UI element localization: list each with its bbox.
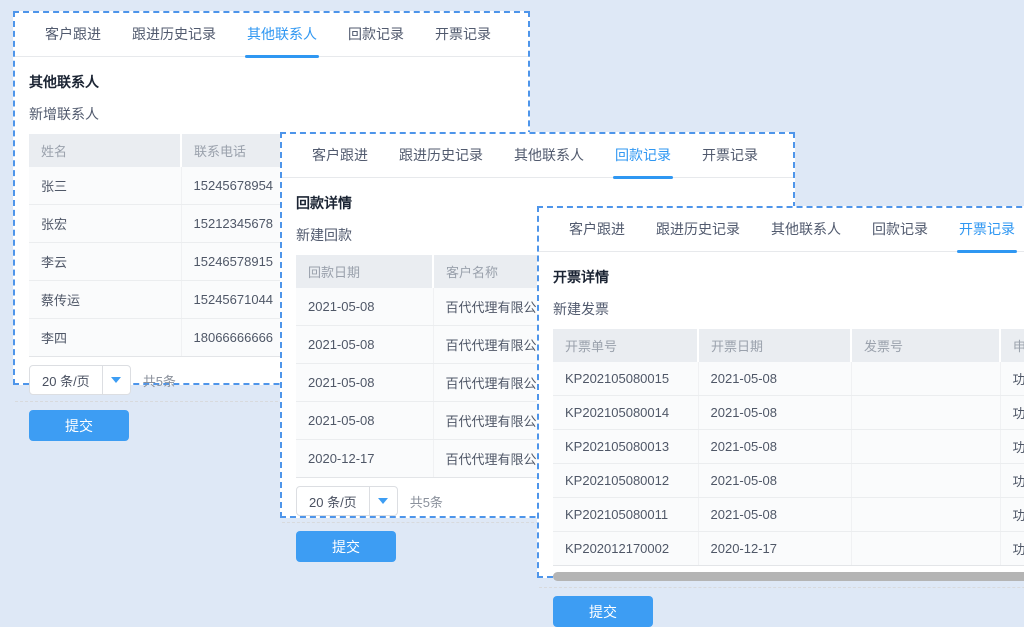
tab-other-contacts[interactable]: 其他联系人: [769, 219, 843, 251]
cell-receipt-no: [851, 464, 1000, 498]
tab-invoice-records[interactable]: 开票记录: [433, 24, 493, 56]
tab-customer-follow[interactable]: 客户跟进: [43, 24, 103, 56]
column-header-applicant: 申请人: [1000, 329, 1024, 362]
dropdown-arrow-icon[interactable]: [369, 487, 397, 515]
cell-payment-date: 2020-12-17: [296, 440, 433, 478]
column-header-payment-date: 回款日期: [296, 255, 433, 288]
cell-invoice-date: 2020-12-17: [698, 532, 851, 566]
page-size-value: 20 条/页: [30, 366, 102, 394]
cell-name: 李云: [29, 243, 181, 281]
cell-applicant: 功能体验: [1000, 396, 1024, 430]
table-row: KP202105080014 2021-05-08 功能体验: [553, 396, 1024, 430]
table-row: KP202105080015 2021-05-08 功能体验: [553, 362, 1024, 396]
page-size-select[interactable]: 20 条/页: [29, 365, 131, 395]
cell-applicant: 功能演示: [1000, 532, 1024, 566]
cell-invoice-no: KP202105080015: [553, 362, 698, 396]
add-contact-link[interactable]: 新增联系人: [29, 104, 99, 124]
tab-customer-follow[interactable]: 客户跟进: [310, 145, 370, 177]
new-payment-link[interactable]: 新建回款: [296, 225, 352, 245]
column-header-receipt-no: 发票号: [851, 329, 1000, 362]
tab-other-contacts[interactable]: 其他联系人: [512, 145, 586, 177]
tab-bar: 客户跟进 跟进历史记录 其他联系人 回款记录 开票记录: [282, 134, 793, 178]
page-size-select[interactable]: 20 条/页: [296, 486, 398, 516]
cell-payment-date: 2021-05-08: [296, 288, 433, 326]
column-header-invoice-date: 开票日期: [698, 329, 851, 362]
cell-payment-date: 2021-05-08: [296, 364, 433, 402]
table-row: KP202012170002 2020-12-17 功能演示: [553, 532, 1024, 566]
tab-follow-history[interactable]: 跟进历史记录: [130, 24, 218, 56]
cell-name: 蔡传运: [29, 281, 181, 319]
cell-applicant: 功能体验: [1000, 430, 1024, 464]
invoice-records-panel: 客户跟进 跟进历史记录 其他联系人 回款记录 开票记录 开票详情 新建发票 开票…: [537, 206, 1024, 578]
tab-payment-records[interactable]: 回款记录: [346, 24, 406, 56]
cell-payment-date: 2021-05-08: [296, 402, 433, 440]
cell-receipt-no: [851, 362, 1000, 396]
cell-name: 张三: [29, 167, 181, 205]
submit-button[interactable]: 提交: [296, 531, 396, 562]
column-header-name: 姓名: [29, 134, 181, 167]
tab-bar: 客户跟进 跟进历史记录 其他联系人 回款记录 开票记录: [15, 13, 528, 57]
table-header-row: 开票单号 开票日期 发票号 申请人: [553, 329, 1024, 362]
tab-invoice-records[interactable]: 开票记录: [957, 219, 1017, 251]
horizontal-scrollbar[interactable]: [553, 572, 1024, 581]
cell-invoice-date: 2021-05-08: [698, 362, 851, 396]
cell-invoice-no: KP202105080012: [553, 464, 698, 498]
page-background: { "colors": { "page_bg": "#dee8f6", "pan…: [0, 0, 1024, 590]
dropdown-arrow-icon[interactable]: [102, 366, 130, 394]
cell-receipt-no: [851, 498, 1000, 532]
cell-name: 李四: [29, 319, 181, 357]
cell-invoice-no: KP202105080013: [553, 430, 698, 464]
table-row: KP202105080013 2021-05-08 功能体验: [553, 430, 1024, 464]
tab-customer-follow[interactable]: 客户跟进: [567, 219, 627, 251]
cell-invoice-date: 2021-05-08: [698, 464, 851, 498]
cell-invoice-no: KP202105080011: [553, 498, 698, 532]
tab-follow-history[interactable]: 跟进历史记录: [397, 145, 485, 177]
cell-receipt-no: [851, 430, 1000, 464]
new-invoice-link[interactable]: 新建发票: [553, 299, 609, 319]
cell-invoice-date: 2021-05-08: [698, 498, 851, 532]
cell-invoice-no: KP202012170002: [553, 532, 698, 566]
cell-applicant: 功能体验: [1000, 362, 1024, 396]
tab-payment-records[interactable]: 回款记录: [870, 219, 930, 251]
cell-payment-date: 2021-05-08: [296, 326, 433, 364]
tab-follow-history[interactable]: 跟进历史记录: [654, 219, 742, 251]
section-title: 开票详情: [553, 267, 1024, 287]
tab-other-contacts[interactable]: 其他联系人: [245, 24, 319, 56]
cell-invoice-no: KP202105080014: [553, 396, 698, 430]
column-header-invoice-no: 开票单号: [553, 329, 698, 362]
cell-applicant: 功能体验: [1000, 498, 1024, 532]
submit-button[interactable]: 提交: [29, 410, 129, 441]
cell-name: 张宏: [29, 205, 181, 243]
tab-invoice-records[interactable]: 开票记录: [700, 145, 760, 177]
divider: [539, 587, 1024, 588]
submit-button[interactable]: 提交: [553, 596, 653, 627]
page-size-value: 20 条/页: [297, 487, 369, 515]
total-count: 共5条: [143, 371, 176, 390]
cell-applicant: 功能体验: [1000, 464, 1024, 498]
cell-receipt-no: [851, 532, 1000, 566]
cell-invoice-date: 2021-05-08: [698, 430, 851, 464]
invoices-table: 开票单号 开票日期 发票号 申请人 KP202105080015 2021-05…: [553, 329, 1024, 566]
table-row: KP202105080011 2021-05-08 功能体验: [553, 498, 1024, 532]
tab-bar: 客户跟进 跟进历史记录 其他联系人 回款记录 开票记录: [539, 208, 1024, 252]
cell-invoice-date: 2021-05-08: [698, 396, 851, 430]
total-count: 共5条: [410, 492, 443, 511]
section-title: 其他联系人: [29, 72, 514, 92]
table-row: KP202105080012 2021-05-08 功能体验: [553, 464, 1024, 498]
tab-payment-records[interactable]: 回款记录: [613, 145, 673, 177]
cell-receipt-no: [851, 396, 1000, 430]
